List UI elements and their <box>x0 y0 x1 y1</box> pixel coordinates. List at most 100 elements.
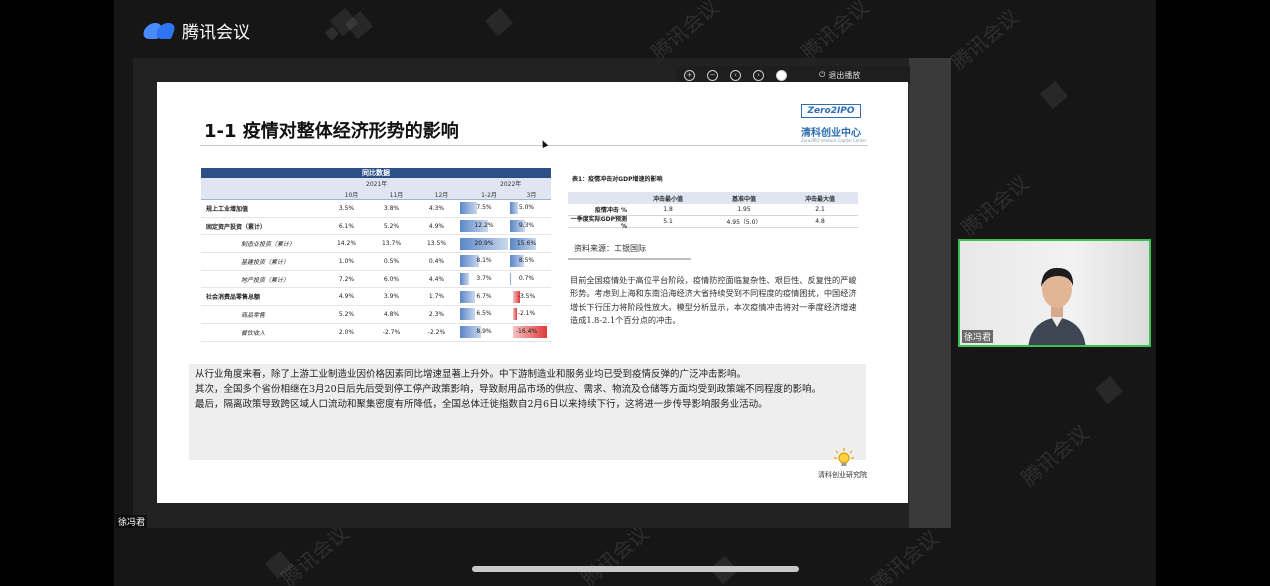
lightbulb-icon <box>834 448 854 466</box>
data-bar <box>510 273 512 286</box>
cell: 1.95 <box>737 206 751 213</box>
bar-value: 6.5% <box>476 310 492 318</box>
bar-cell: 9.3% <box>509 219 544 233</box>
cell: 4.95（5.0） <box>726 219 762 226</box>
row-label: 制造业投资（累计） <box>241 241 296 249</box>
table-column-headers: 2021年 2022年 10月 11月 12月 1-2月 3月 <box>201 178 551 200</box>
data-bar <box>513 308 518 321</box>
horizontal-scrollbar[interactable] <box>472 566 799 572</box>
table-row: 社会消费品零售总额 4.9% 3.9% 1.7% 6.7% -3.5% <box>201 288 551 307</box>
table-row: 地产投资（累计） 7.2% 6.0% 4.4% 3.7% 0.7% <box>201 271 551 289</box>
bar-value: -2.1% <box>517 310 536 318</box>
row-label: 一季度实际GDP预测 % <box>570 215 627 230</box>
bar-value: 12.2% <box>474 222 494 230</box>
cell: 6.0% <box>383 275 400 283</box>
table-row: 商品零售 5.2% 4.8% 2.3% 6.5% -2.1% <box>201 306 551 324</box>
bar-cell: 15.6% <box>509 237 544 251</box>
participant-avatar <box>1028 267 1086 345</box>
table-row: 一季度实际GDP预测 % 5.1 4.95（5.0） 4.8 <box>568 215 858 230</box>
watermark-mark <box>1094 375 1124 405</box>
bar-value: 5.0% <box>518 204 535 212</box>
cell: 4.4% <box>428 275 445 283</box>
cell: 5.1 <box>663 218 673 225</box>
table-body: 规上工业增加值 3.5% 3.8% 4.3% 7.5% 5.0% 固定资产投资（累计） 6.1… <box>201 200 551 342</box>
bar-cell: 3.7% <box>459 272 509 286</box>
tencent-meeting-logo-icon <box>141 22 177 39</box>
table-row: 制造业投资（累计） 14.2% 13.7% 13.5% 20.9% 15.6% <box>201 235 551 254</box>
data-source: 资料来源：工银国际 <box>574 244 646 253</box>
bar-cell: 8.1% <box>459 254 509 268</box>
row-label: 固定资产投资（累计） <box>206 223 267 231</box>
zoom-out-icon[interactable]: − <box>707 69 718 81</box>
bar-cell: -16.4% <box>509 325 547 339</box>
bar-cell: 5.0% <box>509 201 544 215</box>
record-icon[interactable] <box>776 69 787 81</box>
exit-playback-button[interactable]: ⏻ 退出播放 <box>819 70 860 81</box>
cell: 4.9% <box>338 293 355 301</box>
watermark-text: 腾讯会议 <box>646 0 724 65</box>
table-row: 固定资产投资（累计） 6.1% 5.2% 4.9% 12.2% 9.3% <box>201 218 551 236</box>
row-label: 商品零售 <box>241 311 266 319</box>
row-label: 规上工业增加值 <box>206 205 249 213</box>
zoom-in-icon[interactable]: + <box>684 69 695 81</box>
group-2021: 2021年 <box>366 181 388 188</box>
column-header: 3月 <box>526 192 537 199</box>
cell: 2.0% <box>338 328 355 336</box>
bar-value: 6.7% <box>476 292 492 300</box>
bar-value: 8.5% <box>518 257 535 265</box>
data-bar <box>510 202 519 215</box>
cell: 7.2% <box>338 275 355 283</box>
logo-english-name: Zero2IPO Venture Capital Center <box>801 138 867 143</box>
cell: 0.4% <box>428 257 445 265</box>
column-header: 10月 <box>344 192 359 199</box>
cell: 6.1% <box>338 222 355 230</box>
power-icon: ⏻ <box>819 70 826 79</box>
data-bar <box>460 202 478 215</box>
source-divider <box>568 258 691 260</box>
column-header: 冲击最大值 <box>804 195 835 203</box>
cell: 14.2% <box>336 240 357 248</box>
next-icon[interactable]: › <box>753 69 764 81</box>
row-label: 餐饮收入 <box>241 329 266 337</box>
cell: 5.2% <box>383 222 400 230</box>
cell: 3.8% <box>383 204 400 212</box>
gdp-table-header: 冲击最小值 基准中值 冲击最大值 <box>568 192 858 204</box>
column-header: 12月 <box>434 192 449 199</box>
watermark-text: 腾讯会议 <box>956 170 1034 241</box>
watermark-mark <box>1039 80 1069 110</box>
summary-line: 其次，全国多个省份相继在3月20日后先后受到停工停产政策影响，导致耐用品市场的供… <box>195 384 822 395</box>
bar-value: 8.1% <box>476 257 492 265</box>
cell: 2.3% <box>428 310 445 318</box>
watermark-text: 腾讯会议 <box>796 0 874 65</box>
side-panel <box>909 58 951 528</box>
group-2022: 2022年 <box>500 181 522 188</box>
summary-line: 从行业角度来看，除了上游工业制造业因价格因素同比增速显著上升外。中下游制造业和服… <box>195 369 747 380</box>
bar-cell: 7.5% <box>459 201 509 215</box>
data-bar <box>460 273 469 286</box>
gdp-table-title: 表1：疫情冲击对GDP增速的影响 <box>572 176 663 183</box>
bar-value: 0.7% <box>518 275 535 283</box>
gdp-impact-table: 冲击最小值 基准中值 冲击最大值 疫情冲击 % 1.8 1.95 2.1 一季度… <box>568 192 858 230</box>
cell: 5.2% <box>338 310 355 318</box>
previous-icon[interactable]: ‹ <box>730 69 741 81</box>
data-bar <box>460 308 475 321</box>
watermark-text: 腾讯会议 <box>1016 420 1094 491</box>
exit-playback-label: 退出播放 <box>828 70 861 80</box>
bar-cell: 8.5% <box>509 254 544 268</box>
bar-value: 3.7% <box>476 275 492 283</box>
column-header: 基准中值 <box>731 195 756 203</box>
cell: 13.5% <box>426 240 447 248</box>
bar-cell: 6.5% <box>459 307 509 321</box>
yoy-data-table: 同比数据 2021年 2022年 10月 11月 12月 1-2月 3月 规上工… <box>201 168 551 342</box>
app-name: 腾讯会议 <box>182 23 250 43</box>
bar-cell: -2.1% <box>509 307 544 321</box>
cell: 1.0% <box>338 257 355 265</box>
data-bar <box>460 290 476 303</box>
bar-cell: 8.9% <box>459 325 509 339</box>
institute-name: 清科创业研究院 <box>818 471 867 479</box>
participant-video[interactable]: 徐冯君 <box>958 239 1151 347</box>
table-row: 基建投资（累计） 1.0% 0.5% 0.4% 8.1% 8.5% <box>201 253 551 271</box>
cell: -2.7% <box>382 328 401 336</box>
row-label: 地产投资（累计） <box>241 276 290 284</box>
row-label: 社会消费品零售总额 <box>206 294 261 302</box>
